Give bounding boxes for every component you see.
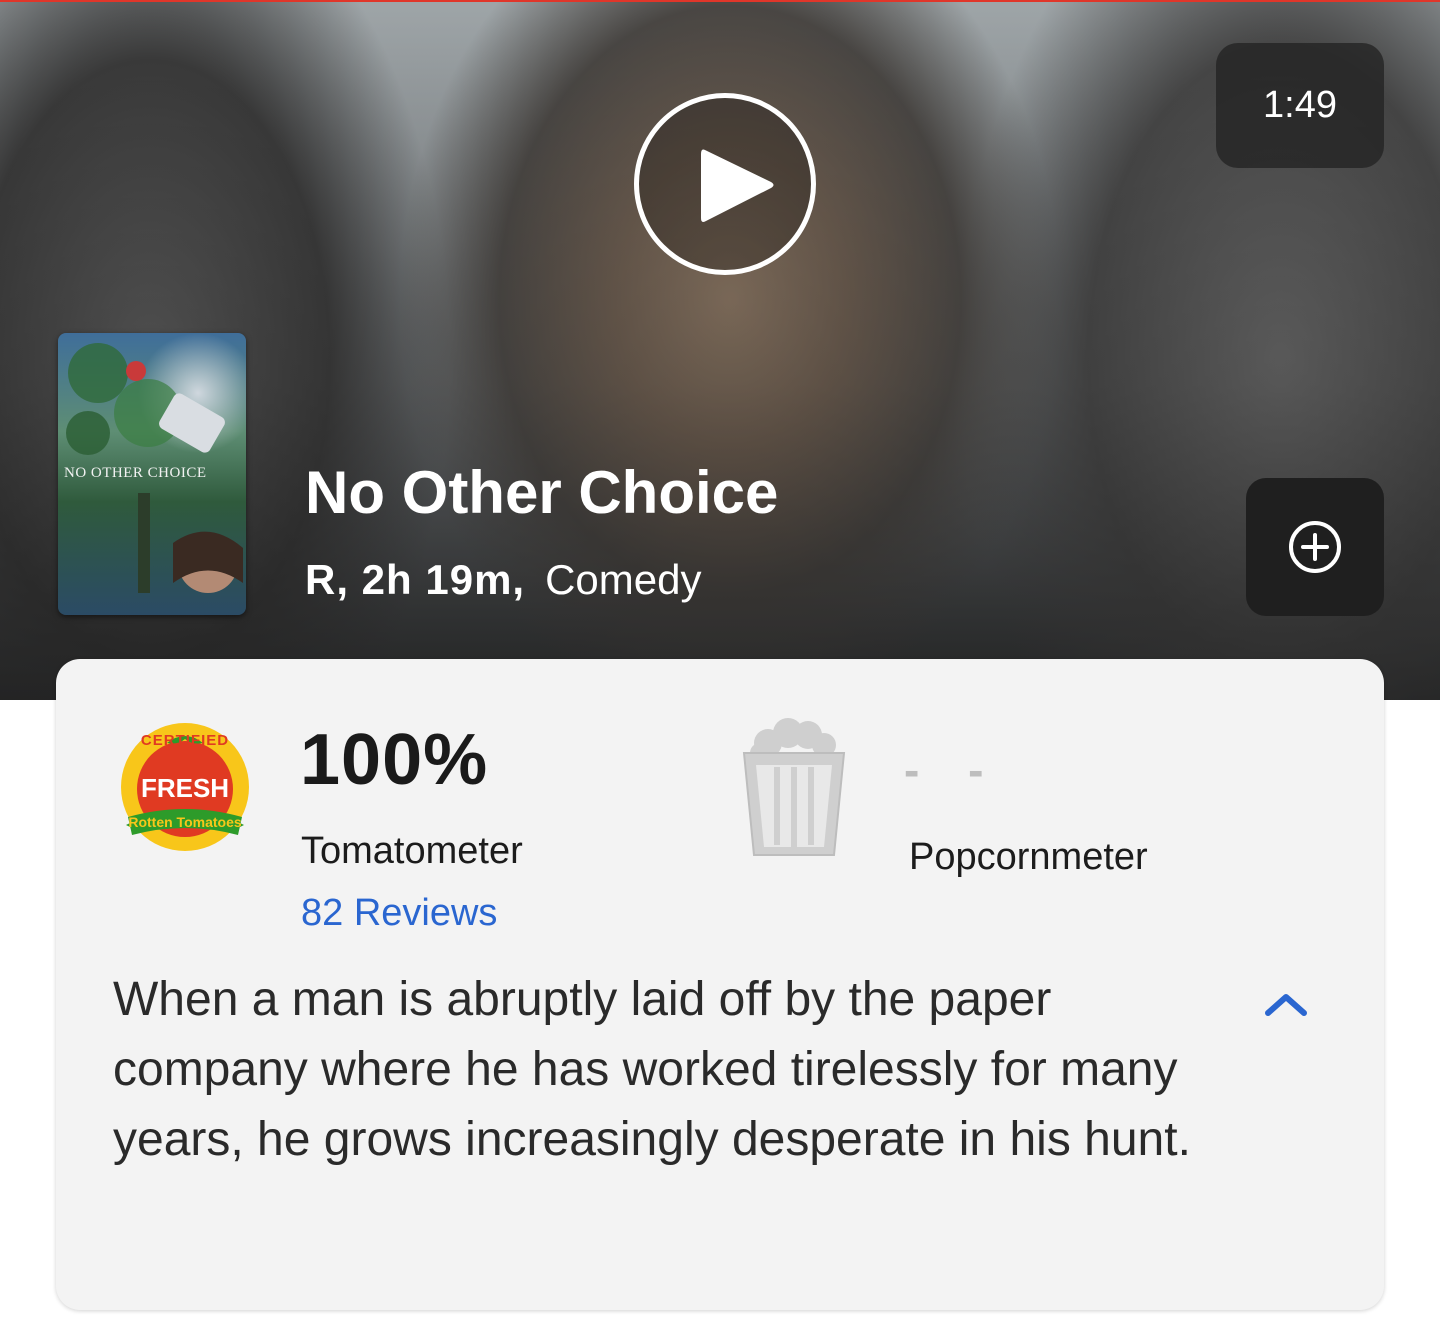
tomatometer-label: Tomatometer: [301, 830, 523, 872]
video-duration: 1:49: [1216, 43, 1384, 168]
plus-circle-icon: [1289, 521, 1341, 573]
popcornmeter-label: Popcornmeter: [909, 836, 1148, 878]
movie-poster[interactable]: NO OTHER CHOICE: [58, 333, 246, 615]
score-card: CERTIFIED FRESH Rotten Tomatoes 100% Tom…: [56, 659, 1384, 1310]
play-icon: [701, 149, 774, 222]
chevron-up-icon[interactable]: [1262, 989, 1310, 1019]
add-to-watchlist-button[interactable]: [1246, 478, 1384, 616]
certified-fresh-icon: CERTIFIED FRESH Rotten Tomatoes: [121, 723, 249, 851]
tomatometer-score: 100%: [300, 720, 489, 800]
synopsis-text: When a man is abruptly laid off by the p…: [113, 973, 1191, 1166]
play-button[interactable]: [634, 93, 816, 275]
hero-trailer[interactable]: 1:49 NO OTHER CHOICE No Other Choice R, …: [0, 0, 1440, 700]
popcornmeter-score: - -: [904, 744, 1002, 796]
rating-runtime: R, 2h 19m,: [305, 556, 526, 603]
popcorn-bucket-icon: [742, 718, 846, 856]
svg-text:CERTIFIED: CERTIFIED: [141, 732, 229, 749]
poster-title: NO OTHER CHOICE: [64, 465, 207, 481]
top-accent-line: [0, 0, 1440, 2]
movie-title: No Other Choice: [305, 459, 779, 526]
svg-text:Rotten Tomatoes: Rotten Tomatoes: [128, 814, 242, 830]
genre: Comedy: [545, 556, 702, 603]
svg-text:FRESH: FRESH: [141, 773, 229, 803]
movie-meta: R, 2h 19m, Comedy: [305, 556, 702, 604]
reviews-link[interactable]: 82 Reviews: [301, 892, 497, 935]
